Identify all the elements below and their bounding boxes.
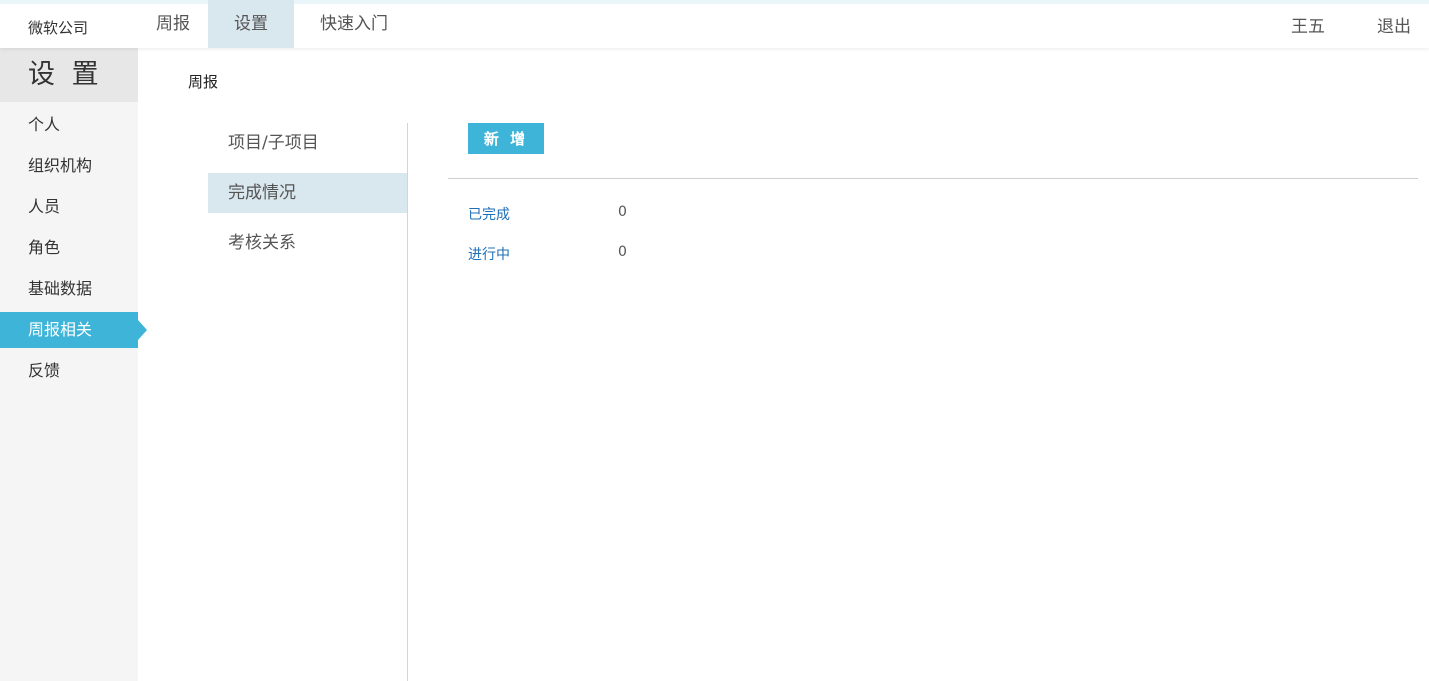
stat-label-in-progress[interactable]: 进行中	[468, 244, 510, 264]
divider	[448, 178, 1418, 179]
stat-value-completed: 0	[618, 204, 627, 220]
stat-value-in-progress: 0	[618, 244, 627, 260]
sidebar: 设 置 个人 组织机构 人员 角色 基础数据 周报相关 反馈	[0, 48, 147, 681]
sidebar-item-feedback[interactable]: 反馈	[0, 353, 138, 389]
nav-weekly-report[interactable]: 周报	[138, 0, 208, 48]
sidebar-item-staff[interactable]: 人员	[0, 189, 138, 225]
sidebar-item-organization[interactable]: 组织机构	[0, 148, 138, 184]
sidebar-item-personal[interactable]: 个人	[0, 107, 138, 143]
sub-navigation: 项目/子项目 完成情况 考核关系	[208, 123, 408, 681]
nav-settings[interactable]: 设置	[208, 0, 294, 48]
breadcrumb: 周报	[188, 73, 219, 91]
company-name: 微软公司	[28, 19, 89, 37]
sidebar-item-weekly-related[interactable]: 周报相关	[0, 312, 147, 348]
logout-link[interactable]: 退出	[1377, 12, 1411, 37]
subnav-item-review-relations[interactable]: 考核关系	[208, 223, 407, 263]
nav-quick-start[interactable]: 快速入门	[294, 0, 414, 48]
top-bar: 微软公司 周报 设置 快速入门 王五 退出	[0, 0, 1429, 48]
subnav-item-projects[interactable]: 项目/子项目	[208, 123, 407, 163]
sidebar-item-base-data[interactable]: 基础数据	[0, 271, 138, 307]
stat-label-completed[interactable]: 已完成	[468, 204, 510, 224]
sidebar-item-roles[interactable]: 角色	[0, 230, 138, 266]
user-name-link[interactable]: 王五	[1291, 12, 1325, 37]
add-button[interactable]: 新 增	[468, 123, 544, 154]
subnav-item-completion[interactable]: 完成情况	[208, 173, 407, 213]
sidebar-title: 设 置	[0, 48, 138, 102]
